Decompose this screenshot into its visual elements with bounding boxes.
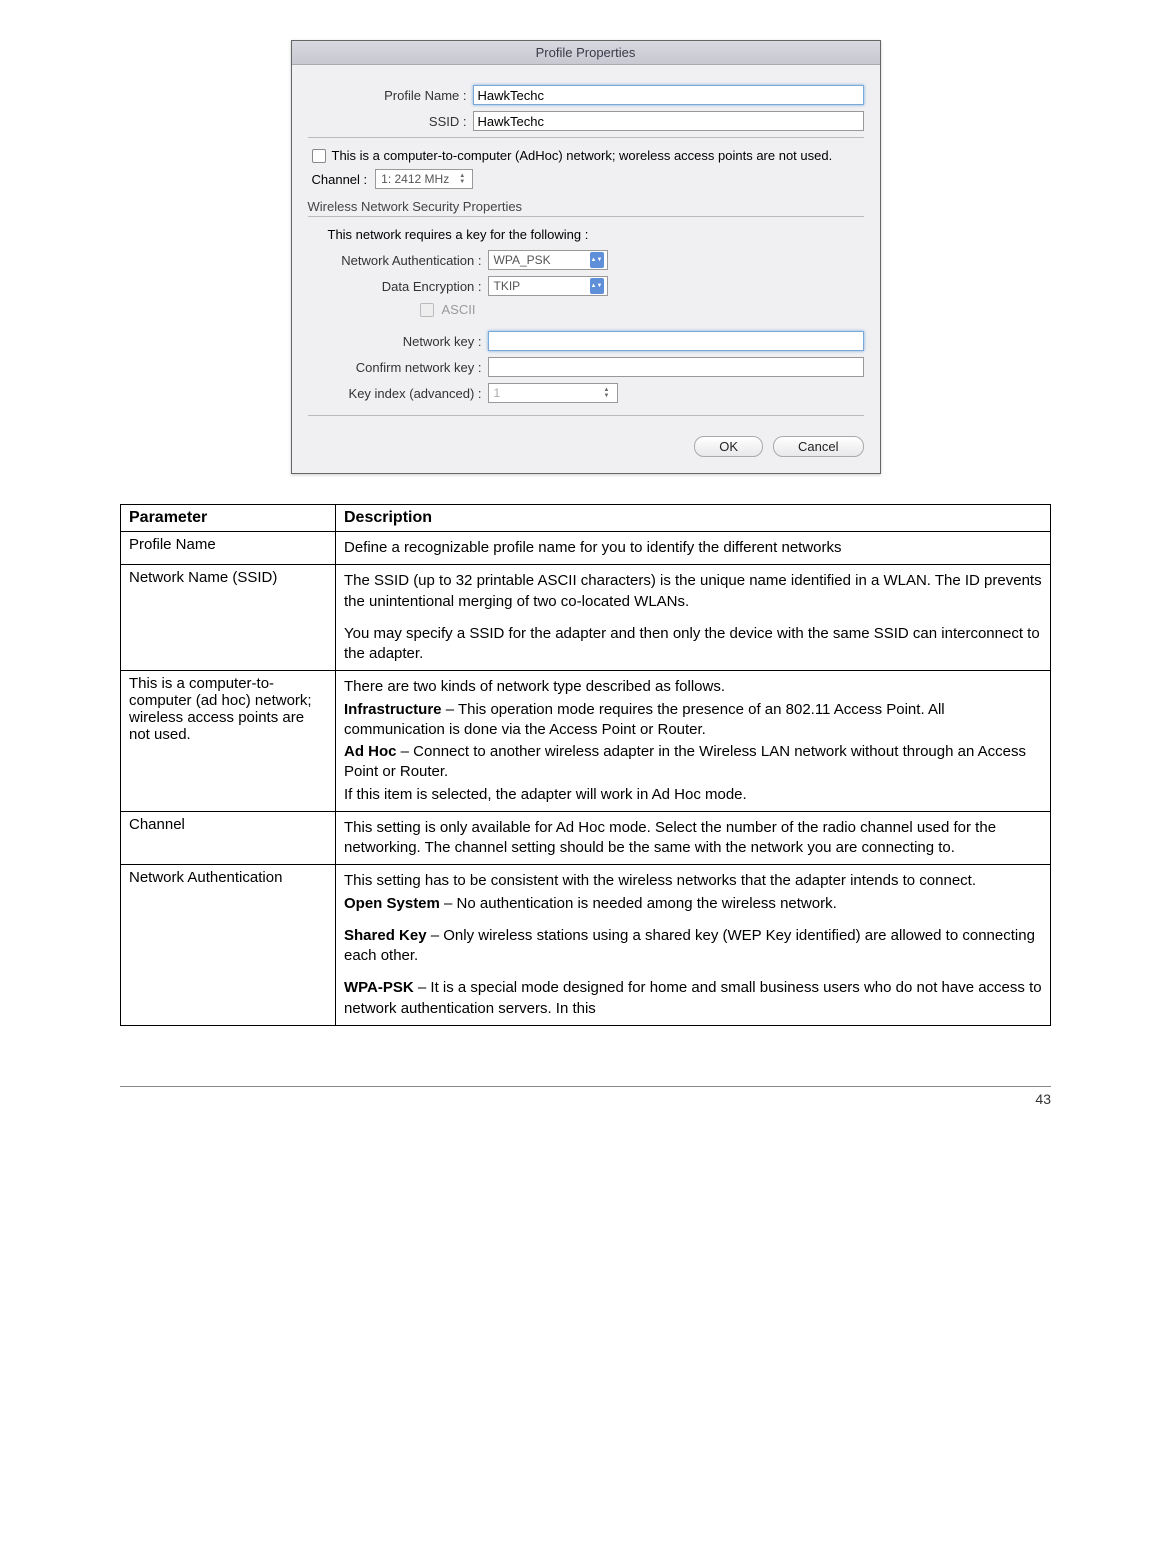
param-cell: Channel	[121, 811, 336, 865]
dropdown-icon: ▲▼	[590, 252, 604, 268]
channel-select[interactable]: 1: 2412 MHz ▲▼	[375, 169, 473, 189]
desc-cell: This setting has to be consistent with t…	[336, 865, 1051, 1026]
param-cell: This is a computer-to-computer (ad hoc) …	[121, 671, 336, 812]
ssid-label: SSID :	[308, 114, 473, 129]
ascii-checkbox	[420, 303, 434, 317]
auth-select[interactable]: WPA_PSK ▲▼	[488, 250, 608, 270]
desc-cell: Define a recognizable profile name for y…	[336, 532, 1051, 565]
profile-name-input[interactable]	[473, 85, 864, 105]
table-header-parameter: Parameter	[121, 505, 336, 532]
key-index-label: Key index (advanced) :	[328, 386, 488, 401]
param-cell: Network Authentication	[121, 865, 336, 1026]
cancel-button[interactable]: Cancel	[773, 436, 863, 457]
network-key-label: Network key :	[328, 334, 488, 349]
dialog-title: Profile Properties	[292, 41, 880, 65]
table-header-description: Description	[336, 505, 1051, 532]
table-row: This is a computer-to-computer (ad hoc) …	[121, 671, 1051, 812]
profile-properties-dialog: Profile Properties Profile Name : SSID :…	[291, 40, 881, 474]
channel-label: Channel :	[312, 172, 368, 187]
confirm-key-label: Confirm network key :	[328, 360, 488, 375]
ok-button[interactable]: OK	[694, 436, 763, 457]
confirm-key-input[interactable]	[488, 357, 864, 377]
desc-cell: This setting is only available for Ad Ho…	[336, 811, 1051, 865]
table-row: Network Name (SSID)The SSID (up to 32 pr…	[121, 565, 1051, 671]
param-cell: Network Name (SSID)	[121, 565, 336, 671]
ssid-input[interactable]	[473, 111, 864, 131]
table-row: Profile NameDefine a recognizable profil…	[121, 532, 1051, 565]
enc-label: Data Encryption :	[328, 279, 488, 294]
table-row: ChannelThis setting is only available fo…	[121, 811, 1051, 865]
parameter-table: Parameter Description Profile NameDefine…	[120, 504, 1051, 1026]
auth-label: Network Authentication :	[328, 253, 488, 268]
ascii-label: ASCII	[442, 302, 476, 317]
adhoc-checkbox[interactable]	[312, 149, 326, 163]
desc-cell: The SSID (up to 32 printable ASCII chara…	[336, 565, 1051, 671]
param-cell: Profile Name	[121, 532, 336, 565]
network-key-input[interactable]	[488, 331, 864, 351]
key-index-select[interactable]: 1 ▲▼	[488, 383, 618, 403]
page-number: 43	[120, 1086, 1051, 1107]
enc-select[interactable]: TKIP ▲▼	[488, 276, 608, 296]
dropdown-icon: ▲▼	[590, 278, 604, 294]
adhoc-label: This is a computer-to-computer (AdHoc) n…	[332, 148, 833, 163]
requires-key-label: This network requires a key for the foll…	[328, 227, 864, 242]
profile-name-label: Profile Name :	[308, 88, 473, 103]
stepper-icon: ▲▼	[455, 171, 469, 187]
desc-cell: There are two kinds of network type desc…	[336, 671, 1051, 812]
table-row: Network AuthenticationThis setting has t…	[121, 865, 1051, 1026]
security-section-label: Wireless Network Security Properties	[308, 199, 864, 214]
stepper-icon: ▲▼	[600, 385, 614, 401]
